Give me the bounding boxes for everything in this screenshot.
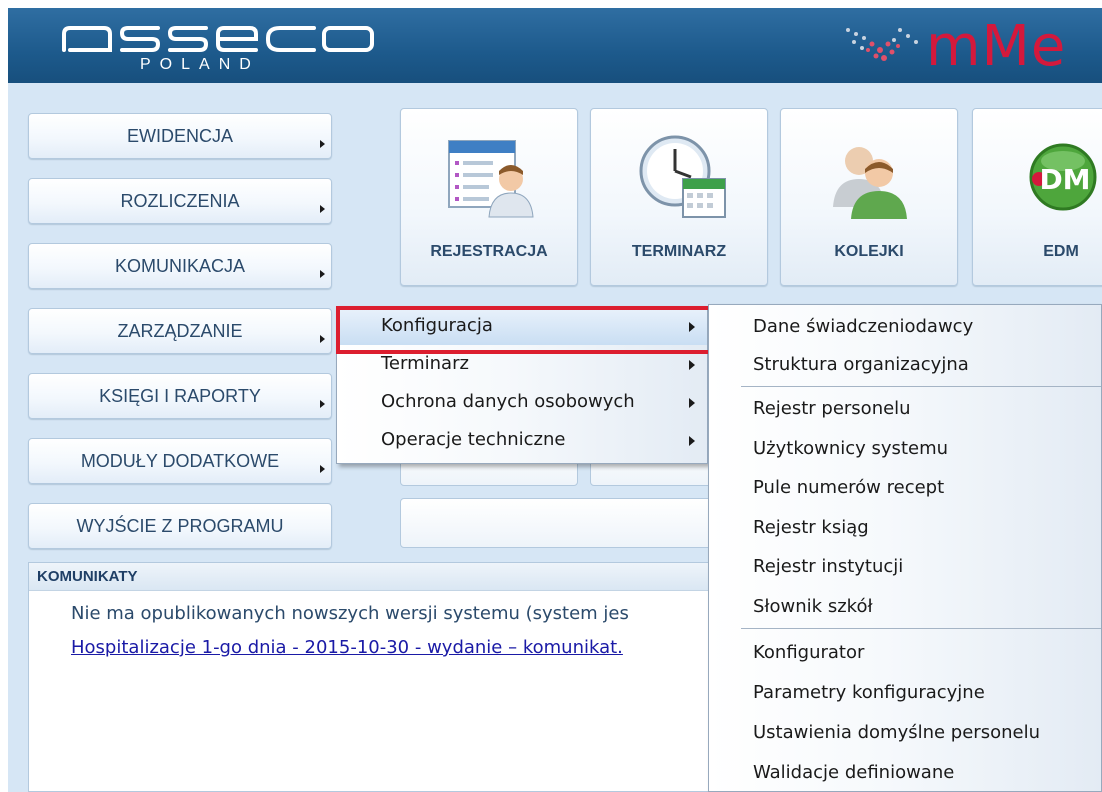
menu-button-label: MODUŁY DODATKOWE — [80, 451, 280, 471]
submenu-arrow-icon — [689, 322, 695, 332]
submenu-item-label: Konfigurator — [753, 642, 865, 663]
clock-calendar-icon — [639, 135, 726, 218]
komunikat-link[interactable]: Hospitalizacje 1-go dnia - 2015-10-30 - … — [71, 637, 623, 658]
submenu-item-dane-swiadczeniodawcy[interactable]: Dane świadczeniodawcy — [709, 311, 1101, 343]
submenu-item-label: Terminarz — [381, 353, 469, 374]
submenu-item-pule-numerow-recept[interactable]: Pule numerów recept — [709, 472, 1101, 504]
submenu-item-ustawienia-domyslne[interactable]: Ustawienia domyślne personelu — [709, 717, 1101, 749]
product-logo-text: mMe — [926, 14, 1067, 79]
menu-ewidencja-button[interactable]: EWIDENCJA — [28, 113, 332, 159]
komunikat-text: Nie ma opublikowanych nowszych wersji sy… — [71, 603, 629, 624]
menu-button-label: ROZLICZENIA — [120, 191, 240, 211]
submenu-item-konfigurator[interactable]: Konfigurator — [709, 637, 1101, 669]
submenu-arrow-icon — [320, 465, 325, 473]
submenu-item-terminarz[interactable]: Terminarz — [337, 349, 707, 381]
menu-moduly-dodatkowe-button[interactable]: MODUŁY DODATKOWE — [28, 438, 332, 484]
submenu-arrow-icon — [320, 270, 325, 278]
submenu-item-struktura-organizacyjna[interactable]: Struktura organizacyjna — [709, 349, 1101, 381]
tile-label: EDM — [1043, 243, 1079, 260]
submenu-arrow-icon — [689, 398, 695, 408]
zarzadzanie-submenu: Konfiguracja Terminarz Ochrona danych os… — [336, 306, 708, 464]
submenu-item-label: Dane świadczeniodawcy — [753, 316, 974, 337]
submenu-item-label: Konfiguracja — [381, 315, 493, 336]
tile-label: KOLEJKI — [834, 243, 904, 260]
edm-badge-text: DM — [1039, 163, 1090, 196]
submenu-item-label: Użytkownicy systemu — [753, 438, 949, 459]
submenu-item-label: Struktura organizacyjna — [753, 354, 969, 375]
menu-button-label: ZARZĄDZANIE — [117, 321, 243, 341]
menu-zarzadzanie-button[interactable]: ZARZĄDZANIE — [28, 308, 332, 354]
submenu-arrow-icon — [320, 205, 325, 213]
submenu-item-rejestr-ksiag[interactable]: Rejestr ksiąg — [709, 512, 1101, 544]
submenu-item-label: Rejestr ksiąg — [753, 517, 869, 538]
poland-label: POLAND — [140, 56, 260, 73]
submenu-arrow-icon — [320, 400, 325, 408]
submenu-item-label: Parametry konfiguracyjne — [753, 682, 985, 703]
submenu-item-label: Ustawienia domyślne personelu — [753, 722, 1040, 743]
submenu-item-label: Rejestr instytucji — [753, 556, 904, 577]
tile-label: REJESTRACJA — [430, 243, 548, 260]
menu-wyjscie-button[interactable]: WYJŚCIE Z PROGRAMU — [28, 503, 332, 549]
submenu-item-walidacje-definiowane[interactable]: Walidacje definiowane — [709, 757, 1101, 789]
submenu-item-label: Pule numerów recept — [753, 477, 945, 498]
submenu-item-label: Operacje techniczne — [381, 429, 566, 450]
submenu-item-label: Słownik szkół — [753, 596, 873, 617]
registration-list-icon — [448, 140, 534, 218]
application-window: POLAND mMe EWIDENCJA ROZLICZENIA KOMUNIK… — [8, 8, 1102, 792]
submenu-item-parametry-konfiguracyjne[interactable]: Parametry konfiguracyjne — [709, 677, 1101, 709]
submenu-arrow-icon — [689, 436, 695, 446]
menu-separator — [741, 386, 1101, 387]
menu-ksiegi-raporty-button[interactable]: KSIĘGI I RAPORTY — [28, 373, 332, 419]
submenu-arrow-icon — [320, 335, 325, 343]
submenu-item-label: Rejestr personelu — [753, 398, 911, 419]
submenu-item-uzytkownicy-systemu[interactable]: Użytkownicy systemu — [709, 433, 1101, 465]
submenu-item-konfiguracja[interactable]: Konfiguracja — [337, 309, 707, 345]
edm-badge-icon: DM — [1029, 143, 1097, 211]
tile-edm[interactable]: DM EDM — [972, 108, 1102, 286]
menu-button-label: KOMUNIKACJA — [114, 256, 246, 276]
konfiguracja-submenu: Dane świadczeniodawcy Struktura organiza… — [708, 304, 1102, 792]
submenu-item-label: Ochrona danych osobowych — [381, 391, 635, 412]
asseco-logo — [62, 26, 374, 52]
submenu-item-label: Walidacje definiowane — [753, 762, 955, 783]
submenu-item-ochrona-danych[interactable]: Ochrona danych osobowych — [337, 387, 707, 419]
submenu-item-operacje-techniczne[interactable]: Operacje techniczne — [337, 425, 707, 457]
menu-rozliczenia-button[interactable]: ROZLICZENIA — [28, 178, 332, 224]
tile-label: TERMINARZ — [631, 243, 727, 260]
submenu-item-slownik-szkol[interactable]: Słownik szkół — [709, 591, 1101, 623]
submenu-arrow-icon — [689, 360, 695, 370]
tile-rejestracja[interactable]: REJESTRACJA — [400, 108, 578, 286]
people-queue-icon — [833, 147, 907, 219]
tile-kolejki[interactable]: KOLEJKI — [780, 108, 958, 286]
tile-terminarz[interactable]: TERMINARZ — [590, 108, 768, 286]
menu-komunikacja-button[interactable]: KOMUNIKACJA — [28, 243, 332, 289]
menu-button-label: EWIDENCJA — [126, 126, 233, 146]
submenu-item-rejestr-instytucji[interactable]: Rejestr instytucji — [709, 551, 1101, 583]
menu-button-label: WYJŚCIE Z PROGRAMU — [76, 516, 284, 536]
menu-separator — [741, 628, 1101, 629]
header-bar: POLAND mMe — [8, 8, 1102, 83]
mmedica-dots-icon — [846, 28, 918, 61]
submenu-item-rejestr-personelu[interactable]: Rejestr personelu — [709, 393, 1101, 425]
submenu-arrow-icon — [320, 140, 325, 148]
menu-button-label: KSIĘGI I RAPORTY — [99, 386, 261, 406]
